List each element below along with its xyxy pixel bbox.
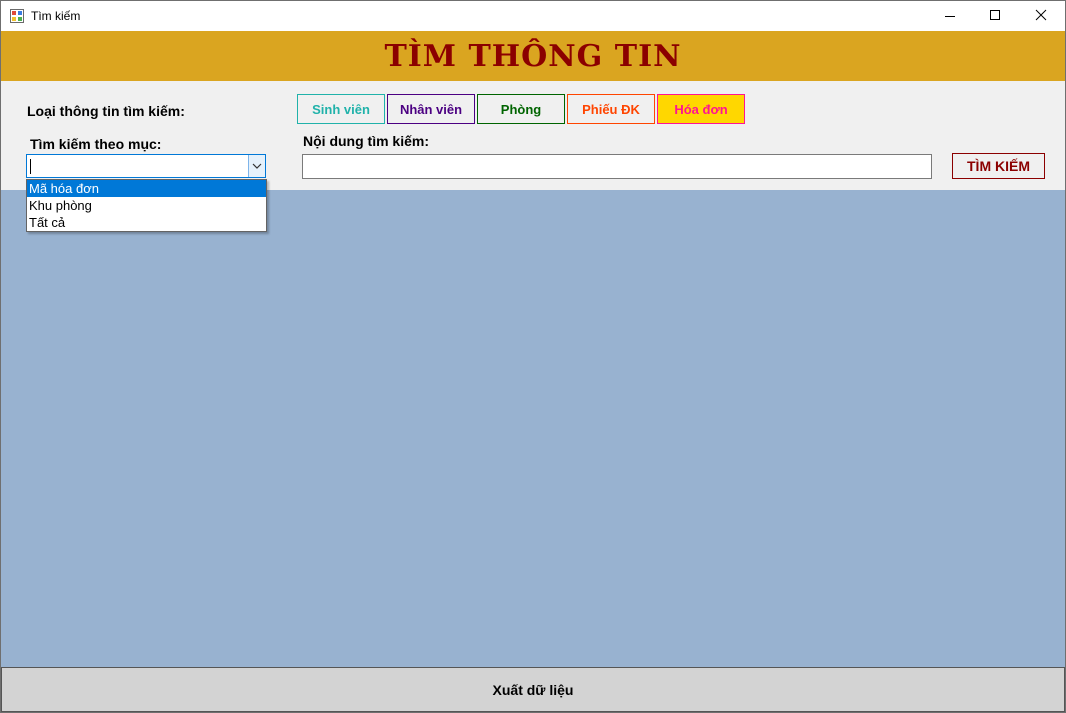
- app-icon: [10, 9, 24, 23]
- dropdown-option-khu-phong[interactable]: Khu phòng: [27, 197, 266, 214]
- window-title: Tìm kiếm: [31, 9, 81, 23]
- info-type-label: Loại thông tin tìm kiếm:: [27, 103, 185, 119]
- dropdown-button[interactable]: [248, 155, 265, 177]
- tab-phieu-dk[interactable]: Phiếu ĐK: [567, 94, 655, 124]
- category-label: Tìm kiếm theo mục:: [30, 136, 162, 152]
- dropdown-option-ma-hoa-don[interactable]: Mã hóa đơn: [27, 180, 266, 197]
- close-button[interactable]: [1018, 0, 1064, 30]
- page-title: TÌM THÔNG TIN: [384, 38, 682, 74]
- content-label: Nội dung tìm kiếm:: [303, 133, 429, 149]
- maximize-icon: [990, 10, 1000, 20]
- results-panel: [1, 190, 1065, 667]
- category-dropdown-list: Mã hóa đơn Khu phòng Tất cả: [26, 179, 267, 232]
- header-banner: TÌM THÔNG TIN: [1, 31, 1065, 81]
- text-caret: [30, 159, 31, 174]
- tab-phong[interactable]: Phòng: [477, 94, 565, 124]
- search-button[interactable]: TÌM KIẾM: [952, 153, 1045, 179]
- export-data-button[interactable]: Xuất dữ liệu: [1, 667, 1065, 712]
- dropdown-option-tat-ca[interactable]: Tất cả: [27, 214, 266, 231]
- title-bar: Tìm kiếm: [1, 1, 1065, 31]
- chevron-down-icon: [252, 163, 262, 169]
- maximize-button[interactable]: [972, 0, 1018, 30]
- category-combobox[interactable]: [26, 154, 266, 178]
- search-content-input[interactable]: [302, 154, 932, 179]
- close-icon: [1035, 9, 1047, 21]
- tab-hoa-don[interactable]: Hóa đơn: [657, 94, 745, 124]
- search-window: Tìm kiếm TÌM THÔNG TIN Loại thông tin tì…: [0, 0, 1066, 713]
- minimize-icon: [945, 16, 955, 17]
- tab-nhan-vien[interactable]: Nhân viên: [387, 94, 475, 124]
- tab-sinh-vien[interactable]: Sinh viên: [297, 94, 385, 124]
- minimize-button[interactable]: [927, 1, 973, 31]
